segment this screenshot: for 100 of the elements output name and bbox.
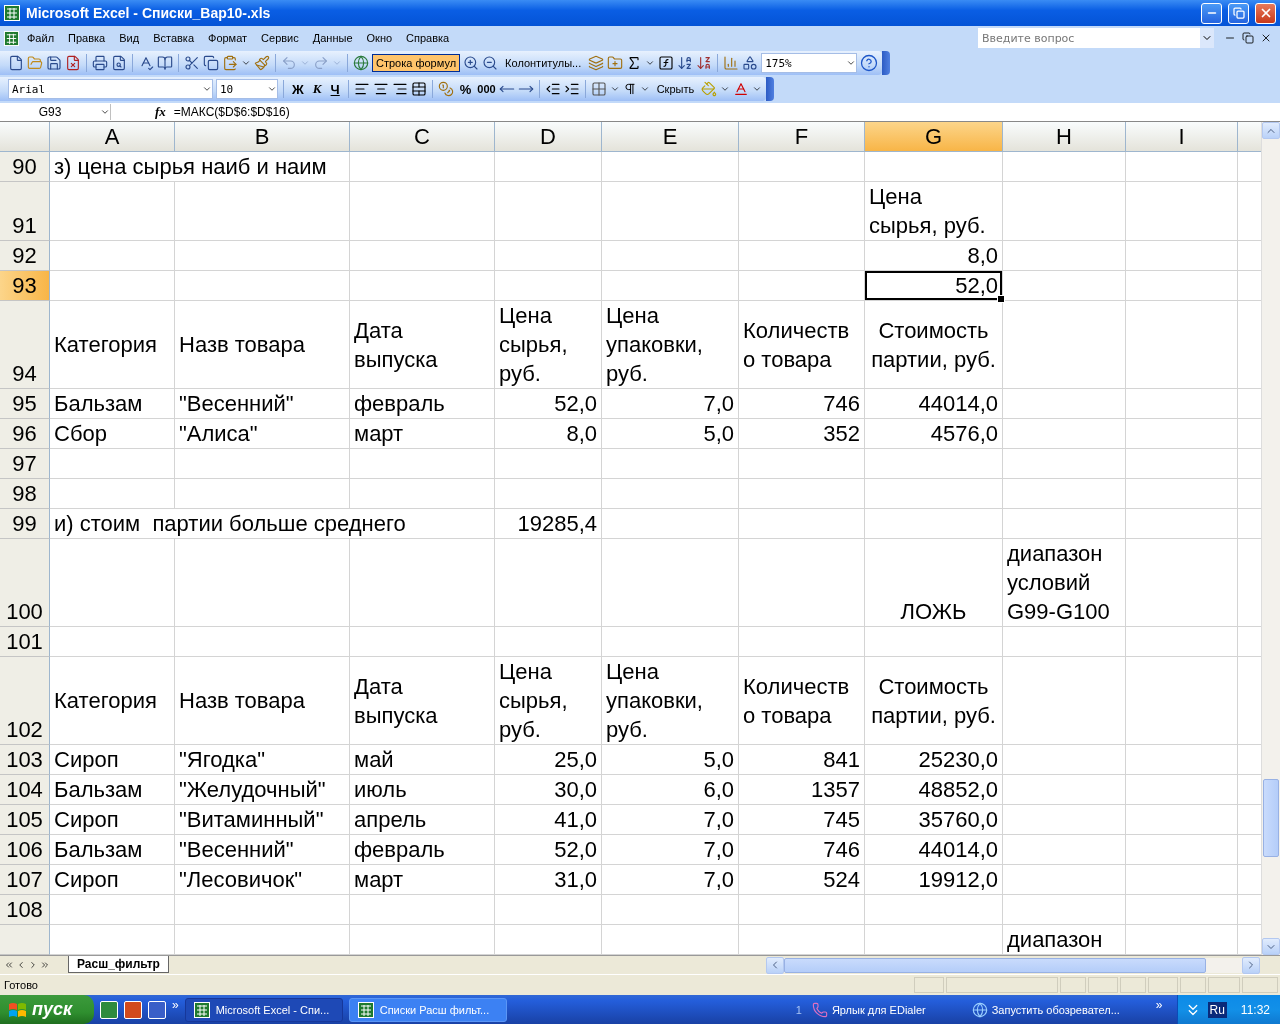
zoom-in-icon[interactable] (463, 55, 480, 71)
row-header[interactable]: 93 (0, 271, 50, 301)
more-button[interactable]: » (172, 998, 179, 1012)
start-button[interactable]: пуск (0, 995, 94, 1024)
toolbar-options-handle[interactable] (766, 77, 775, 101)
close-icon[interactable] (1260, 32, 1272, 44)
bold-button[interactable]: Ж (289, 81, 307, 97)
caret-icon[interactable] (241, 58, 251, 68)
row-header[interactable]: 97 (0, 449, 50, 479)
layers-icon[interactable] (588, 55, 605, 71)
caret-icon[interactable] (720, 84, 731, 94)
menu-item[interactable]: Вид (113, 30, 146, 46)
align-right-icon[interactable] (391, 81, 408, 97)
paste-icon[interactable] (222, 55, 238, 71)
currency-icon[interactable] (437, 81, 454, 97)
row-header[interactable]: 101 (0, 627, 50, 657)
row-header[interactable]: 96 (0, 419, 50, 449)
sort-descending-icon[interactable] (696, 55, 713, 71)
italic-button[interactable]: К (309, 81, 325, 97)
chart-icon[interactable] (723, 55, 740, 71)
folder-icon[interactable] (607, 55, 624, 71)
column-header[interactable]: G (865, 122, 1003, 152)
language-indicator[interactable]: Ru (1207, 1001, 1227, 1018)
function-icon[interactable] (658, 55, 675, 71)
row-header[interactable]: 104 (0, 775, 50, 805)
font-color-icon[interactable] (733, 81, 750, 97)
telephone-icon[interactable] (811, 1001, 828, 1018)
thousands-separator-button[interactable]: 000 (477, 83, 496, 95)
cut-icon[interactable] (184, 55, 200, 71)
row-header[interactable]: 100 (0, 539, 50, 627)
font-field[interactable]: Arial (8, 79, 213, 99)
increase-indent-icon[interactable] (563, 81, 580, 97)
hide-button[interactable]: Скрыть (652, 80, 699, 98)
first-sheet-icon[interactable] (4, 960, 14, 970)
column-header[interactable]: E (602, 122, 739, 152)
fill-color-icon[interactable] (701, 81, 718, 97)
align-center-icon[interactable] (372, 81, 389, 97)
sort-ascending-icon[interactable] (677, 55, 694, 71)
row-header[interactable]: 102 (0, 657, 50, 745)
column-header[interactable]: D (495, 122, 602, 152)
caret-icon[interactable] (609, 84, 620, 94)
zoom-field[interactable]: 175% (761, 53, 858, 73)
restore-icon[interactable] (1242, 32, 1254, 44)
row-header[interactable]: 98 (0, 479, 50, 509)
print-icon[interactable] (92, 55, 108, 71)
row-header[interactable]: 95 (0, 389, 50, 419)
restore-button[interactable] (1228, 2, 1249, 24)
row-header[interactable]: 108 (0, 895, 50, 925)
close-button[interactable] (1255, 2, 1276, 24)
insert-function-button[interactable]: fx (155, 104, 166, 120)
new-document-icon[interactable] (8, 55, 24, 71)
column-header[interactable]: H (1003, 122, 1126, 152)
row-header[interactable]: 107 (0, 865, 50, 895)
research-icon[interactable] (157, 55, 173, 71)
spelling-icon[interactable] (138, 55, 154, 71)
dropdown-button[interactable] (1200, 28, 1214, 48)
menu-item[interactable]: Правка (62, 30, 112, 46)
last-sheet-icon[interactable] (40, 960, 50, 970)
print-preview-icon[interactable] (111, 55, 127, 71)
row-header[interactable]: 94 (0, 301, 50, 389)
header-footer-button[interactable]: Колонтитулы... (501, 54, 586, 72)
permission-icon[interactable] (65, 55, 81, 71)
scroll-thumb[interactable] (784, 957, 1206, 973)
row-header[interactable]: 99 (0, 509, 50, 539)
underline-button[interactable]: Ч (327, 81, 343, 97)
row-header[interactable]: 106 (0, 835, 50, 865)
toolbar-options-handle[interactable] (882, 51, 891, 75)
caret-icon[interactable] (639, 84, 650, 94)
column-header[interactable]: A (50, 122, 175, 152)
menu-item[interactable]: Окно (360, 30, 399, 46)
zoom-out-icon[interactable] (482, 55, 499, 71)
help-icon[interactable] (860, 54, 879, 72)
column-header[interactable]: B (175, 122, 350, 152)
font-size-field[interactable]: 10 (216, 79, 278, 99)
caret-icon[interactable] (202, 84, 212, 94)
caret-icon[interactable] (752, 84, 763, 94)
caret-icon[interactable] (645, 58, 656, 68)
menu-item[interactable]: Справка (400, 30, 456, 46)
borders-icon[interactable] (590, 81, 607, 97)
menu-item[interactable]: Сервис (255, 30, 305, 46)
format-painter-icon[interactable] (254, 55, 270, 71)
copy-icon[interactable] (203, 55, 219, 71)
column-header[interactable]: C (350, 122, 495, 152)
drawing-icon[interactable] (742, 55, 759, 71)
fill-handle[interactable] (997, 295, 1005, 303)
caret-icon[interactable] (846, 58, 857, 68)
column-header[interactable]: I (1126, 122, 1238, 152)
formula-bar-toggle[interactable]: Строка формул (372, 54, 461, 72)
browser-icon[interactable] (971, 1001, 988, 1018)
merge-cells-icon[interactable] (410, 81, 427, 97)
taskbar-shortcut[interactable]: Ярлык для EDialer (811, 1001, 926, 1018)
taskbar-button[interactable]: Microsoft Excel - Спи... (184, 997, 343, 1022)
menu-item[interactable]: Данные (306, 30, 359, 46)
taskbar-shortcut[interactable]: Запустить обозревател... (971, 1001, 1120, 1018)
next-sheet-icon[interactable] (28, 960, 38, 970)
align-left-icon[interactable] (353, 81, 370, 97)
taskbar-button[interactable]: Списки Расш фильт... (348, 997, 507, 1022)
name-box[interactable]: G93 (0, 104, 111, 120)
more-button[interactable]: » (1155, 998, 1163, 1012)
save-icon[interactable] (46, 55, 62, 71)
